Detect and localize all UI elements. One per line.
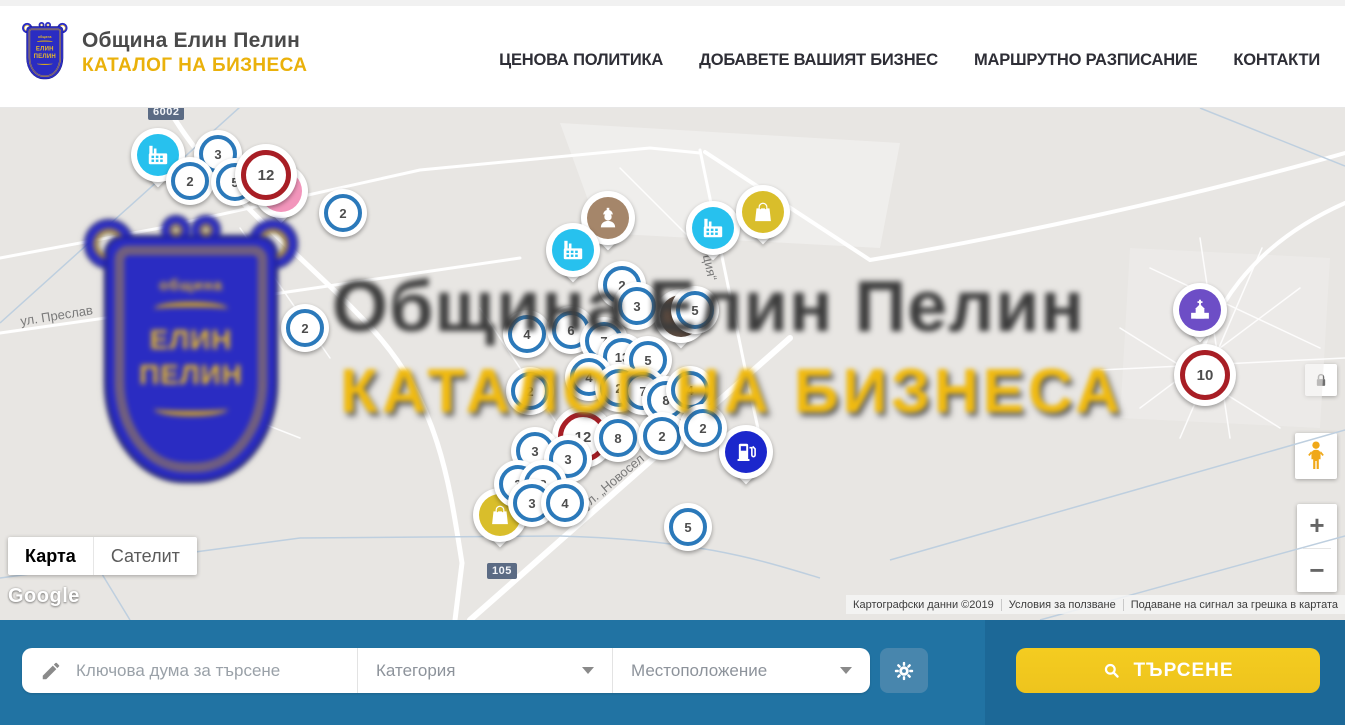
site-subtitle: КАТАЛОГ НА БИЗНЕСА: [82, 55, 307, 77]
cluster-marker[interactable]: 5: [664, 503, 712, 551]
google-logo[interactable]: Google: [8, 585, 80, 608]
advanced-settings-button[interactable]: [880, 648, 928, 693]
google-map[interactable]: ул. Преславбул. „Новоселция“6002105 3251…: [0, 108, 1345, 620]
factory-pin[interactable]: [686, 201, 740, 269]
nav-contacts[interactable]: КОНТАКТИ: [1233, 51, 1320, 70]
shopping-bag-icon: [742, 191, 784, 233]
search-pill: Категория Местоположение: [22, 648, 870, 693]
main-nav: ЦЕНОВА ПОЛИТИКА ДОБАВЕТЕ ВАШИЯТ БИЗНЕС МАР…: [499, 6, 1320, 114]
search-icon: [1102, 661, 1121, 680]
cluster-marker[interactable]: 2: [319, 189, 367, 237]
cluster-marker[interactable]: 4: [503, 310, 551, 358]
fuel-pin[interactable]: [719, 425, 773, 493]
terms-of-use-link[interactable]: Условия за ползване: [1001, 599, 1123, 611]
factory-icon: [692, 207, 734, 249]
map-type-map-button[interactable]: Карта: [8, 537, 93, 575]
attribution-copyright: Картографски данни ©2019: [846, 599, 1001, 611]
nav-pricing-policy[interactable]: ЦЕНОВА ПОЛИТИКА: [499, 51, 663, 70]
site-title: Община Елин Пелин: [82, 29, 307, 53]
map-type-control: Карта Сателит: [8, 537, 197, 575]
cluster-marker[interactable]: 5: [671, 286, 719, 334]
search-submit-label: ТЪРСЕНЕ: [1133, 660, 1233, 682]
location-dropdown[interactable]: Местоположение: [612, 648, 870, 693]
factory-icon: [552, 229, 594, 271]
cluster-marker[interactable]: 2: [506, 367, 554, 415]
factory-pin[interactable]: [546, 223, 600, 291]
cluster-marker[interactable]: 2: [638, 412, 686, 460]
chevron-down-icon: [840, 667, 852, 674]
nav-add-business[interactable]: ДОБАВЕТЕ ВАШИЯТ БИЗНЕС: [699, 51, 938, 70]
cluster-marker[interactable]: 10: [1174, 344, 1236, 406]
shopping-bag-pin[interactable]: [736, 185, 790, 253]
church-pin[interactable]: [1173, 283, 1227, 351]
map-markers: 325122223546713524278412822333834510: [0, 108, 1345, 620]
keyword-search-input[interactable]: [76, 661, 336, 681]
nav-route-schedule[interactable]: МАРШРУТНО РАЗПИСАНИЕ: [974, 51, 1197, 70]
cluster-marker[interactable]: 4: [541, 479, 589, 527]
church-icon: [1179, 289, 1221, 331]
search-bar: Категория Местоположение: [0, 620, 1345, 725]
pencil-icon: [40, 660, 62, 682]
category-dropdown[interactable]: Категория: [357, 648, 612, 693]
site-logo[interactable]: община ЕЛИН ПЕЛИН Община Елин Пелин КАТА…: [22, 22, 307, 84]
category-dropdown-label: Категория: [376, 661, 455, 681]
report-map-error-link[interactable]: Подаване на сигнал за грешка в картата: [1123, 599, 1345, 611]
cluster-marker[interactable]: 2: [281, 304, 329, 352]
header: община ЕЛИН ПЕЛИН Община Елин Пелин КАТА…: [0, 0, 1345, 108]
map-attribution: Картографски данни ©2019Условия за ползв…: [846, 595, 1345, 614]
map-type-satellite-button[interactable]: Сателит: [93, 537, 197, 575]
cluster-marker[interactable]: 2: [679, 404, 727, 452]
cluster-marker[interactable]: 2: [166, 157, 214, 205]
municipality-crest-logo: община ЕЛИН ПЕЛИН: [22, 22, 68, 84]
chevron-down-icon: [582, 667, 594, 674]
cluster-marker[interactable]: 12: [235, 144, 297, 206]
gear-icon: [893, 660, 915, 682]
search-submit-button[interactable]: ТЪРСЕНЕ: [1016, 648, 1320, 693]
location-dropdown-label: Местоположение: [631, 661, 767, 681]
cluster-marker[interactable]: 8: [594, 414, 642, 462]
keyword-segment: [22, 648, 357, 693]
fuel-icon: [725, 431, 767, 473]
